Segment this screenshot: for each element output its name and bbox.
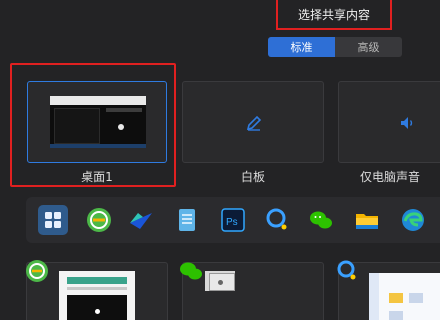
window-thumbnail (369, 273, 440, 320)
svg-text:Ps: Ps (226, 217, 238, 228)
wechat-icon[interactable] (306, 205, 336, 235)
tab-advanced[interactable]: 高级 (335, 37, 402, 57)
360-browser-icon[interactable] (84, 205, 114, 235)
mode-switch: 标准 高级 (268, 37, 402, 57)
notepad-icon[interactable] (172, 205, 202, 235)
file-explorer-icon[interactable] (352, 205, 382, 235)
360-browser-icon (26, 260, 48, 282)
source-whiteboard-card[interactable] (182, 81, 324, 163)
windows-start-icon[interactable] (38, 205, 68, 235)
meeting-app-icon[interactable] (262, 205, 292, 235)
edge-browser-icon[interactable] (398, 205, 428, 235)
source-audio-label: 仅电脑声音 (360, 170, 421, 184)
photoshop-icon[interactable]: Ps (218, 205, 248, 235)
dialog-title-text: 选择共享内容 (297, 7, 370, 22)
source-whiteboard-label: 白板 (240, 170, 265, 184)
meeting-app-icon (337, 260, 356, 280)
selection-highlight (10, 63, 176, 187)
tab-standard[interactable]: 标准 (268, 37, 335, 57)
window-thumbnail (209, 273, 235, 291)
source-audio-card[interactable] (338, 81, 440, 163)
lark-icon[interactable] (126, 205, 156, 235)
speaker-icon (401, 117, 413, 129)
window-thumbnail (59, 271, 135, 320)
wechat-icon (180, 262, 202, 280)
pen-icon (246, 115, 262, 131)
app-strip: Ps (26, 197, 440, 243)
dialog-title: 选择共享内容 (276, 0, 392, 30)
